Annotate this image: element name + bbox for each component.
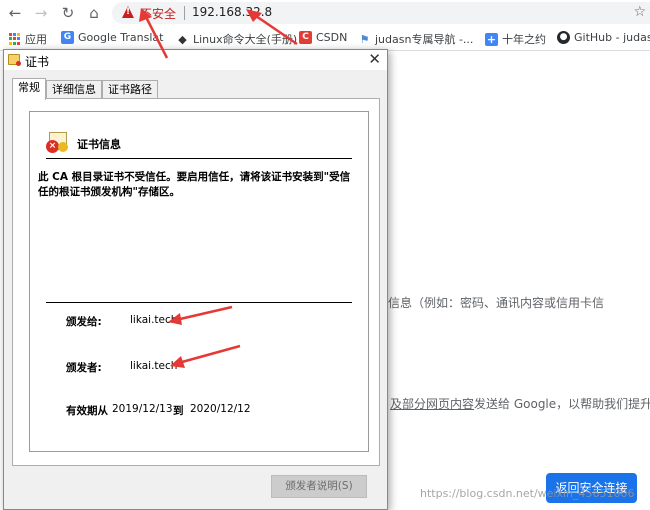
- info-title: 证书信息: [77, 138, 121, 151]
- bookmark-label: Linux命令大全(手册): [193, 33, 298, 46]
- divider: [46, 302, 352, 303]
- certificate-icon: [8, 54, 21, 66]
- watermark: https://blog.csdn.net/weixin_45651006: [420, 487, 635, 500]
- issuer-statement-button[interactable]: 颁发者说明(S): [271, 475, 367, 498]
- bookmark-csdn[interactable]: C CSDN: [299, 31, 347, 44]
- bookmark-label: GitHub - judasn: [574, 31, 650, 44]
- page-text-line2: 及部分网页内容发送给 Google，以帮助我们提升: [390, 395, 650, 412]
- bookmark-github[interactable]: ● GitHub - judasn: [557, 31, 650, 44]
- url-text[interactable]: 192.168.32.8: [192, 5, 272, 19]
- bookmark-label: 应用: [25, 33, 47, 46]
- security-status[interactable]: 不安全: [140, 5, 176, 22]
- page-link[interactable]: 及部分网页内容: [390, 397, 474, 411]
- bookmark-google-translate[interactable]: G Google Translat: [61, 31, 163, 44]
- bookmark-label: 十年之约: [502, 33, 546, 46]
- forward-icon[interactable]: →: [31, 3, 51, 23]
- bookmark-label: judasn专属导航 -...: [375, 33, 474, 46]
- bookmarks-bar: 应用 G Google Translat ◆ Linux命令大全(手册) C C…: [0, 27, 650, 51]
- tab-general[interactable]: 常规: [12, 78, 46, 100]
- dialog-title: 证书: [25, 55, 50, 69]
- certificate-dialog: 证书 ✕ 常规 详细信息 证书路径 × 证书信息 此 CA 根目录证书不受信任。…: [3, 49, 388, 510]
- bookmark-judasn[interactable]: ⚑ judasn专属导航 -...: [358, 31, 473, 47]
- plus-icon: +: [485, 32, 498, 46]
- tab-certification-path[interactable]: 证书路径: [102, 80, 158, 99]
- page-text-rest: 发送给 Google，以帮助我们提升: [474, 397, 650, 411]
- bookmark-shinian[interactable]: + 十年之约: [485, 31, 546, 47]
- general-tab-panel: × 证书信息 此 CA 根目录证书不受信任。要启用信任，请将该证书安装到"受信任…: [12, 98, 380, 466]
- issued-to-label: 颁发给:: [66, 316, 102, 328]
- validity-label: 有效期从: [66, 405, 108, 417]
- dialog-titlebar[interactable]: 证书 ✕: [4, 50, 387, 70]
- untrusted-certificate-icon: ×: [46, 132, 70, 154]
- star-icon[interactable]: ☆: [633, 4, 646, 20]
- issued-to-value: likai.tech: [130, 314, 178, 326]
- omnibox-separator: [184, 6, 185, 20]
- home-icon[interactable]: ⌂: [84, 3, 104, 23]
- reload-icon[interactable]: ↻: [58, 3, 78, 23]
- back-icon[interactable]: ←: [5, 3, 25, 23]
- issued-by-value: likai.tech: [130, 360, 178, 372]
- certificate-info-box: × 证书信息 此 CA 根目录证书不受信任。要启用信任，请将该证书安装到"受信任…: [29, 111, 369, 452]
- dialog-tabs: 常规 详细信息 证书路径: [12, 78, 158, 100]
- valid-from: 2019/12/13: [112, 403, 173, 415]
- validity-to-label: 到: [173, 405, 184, 417]
- csdn-icon: C: [299, 31, 312, 44]
- google-translate-icon: G: [61, 31, 74, 44]
- address-bar[interactable]: 不安全 192.168.32.8 ☆: [112, 2, 650, 24]
- divider: [46, 158, 352, 159]
- bookmark-icon: ⚑: [358, 32, 371, 46]
- bookmark-apps[interactable]: 应用: [9, 31, 47, 47]
- bookmark-linux[interactable]: ◆ Linux命令大全(手册): [176, 31, 297, 47]
- bookmark-label: CSDN: [316, 31, 348, 44]
- bookmark-label: Google Translat: [78, 31, 164, 44]
- close-icon[interactable]: ✕: [368, 50, 381, 68]
- valid-to: 2020/12/12: [190, 403, 251, 415]
- tab-details[interactable]: 详细信息: [46, 80, 102, 99]
- warning-icon[interactable]: [122, 6, 134, 18]
- apps-icon: [9, 33, 21, 45]
- browser-toolbar: ← → ↻ ⌂ 不安全 192.168.32.8 ☆: [0, 0, 650, 26]
- trust-warning: 此 CA 根目录证书不受信任。要启用信任，请将该证书安装到"受信任的根证书颁发机…: [38, 171, 351, 198]
- github-icon: ●: [557, 31, 570, 44]
- linux-icon: ◆: [176, 32, 189, 46]
- page-text-line1: 信息（例如：密码、通讯内容或信用卡信: [388, 296, 605, 310]
- issued-by-label: 颁发者:: [66, 362, 102, 374]
